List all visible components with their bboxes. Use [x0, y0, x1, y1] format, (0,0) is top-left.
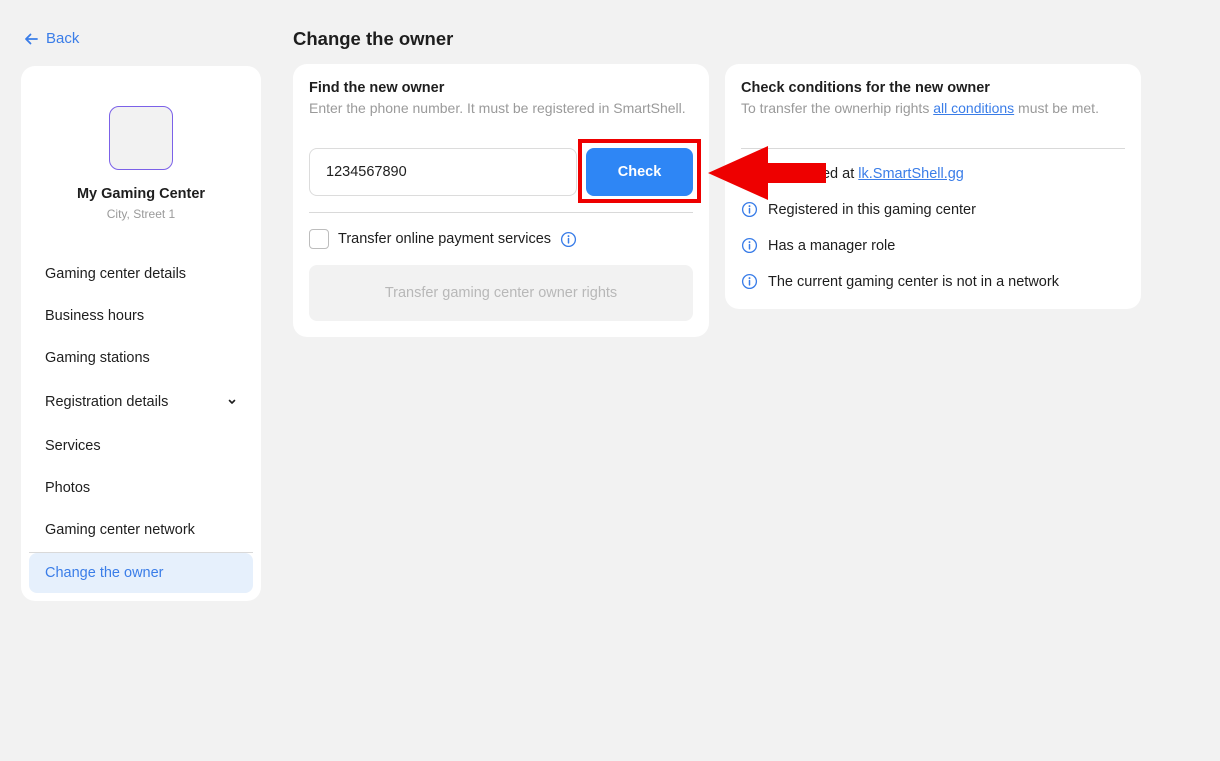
conditions-subtitle-prefix: To transfer the ownerhip rights: [741, 100, 934, 116]
sidebar-item-label: Gaming center network: [45, 522, 195, 538]
sidebar-item-label: Business hours: [45, 308, 145, 324]
conditions-subtitle-suffix: must be met.: [1014, 100, 1099, 116]
sidebar-item-gaming-center-details[interactable]: Gaming center details: [29, 254, 253, 294]
gaming-center-name: My Gaming Center: [76, 186, 206, 202]
conditions-title: Check conditions for the new owner: [741, 80, 990, 96]
transfer-owner-rights-button[interactable]: Transfer gaming center owner rights: [309, 265, 693, 321]
info-icon: [741, 201, 758, 218]
sidebar: My Gaming Center City, Street 1 Gaming c…: [21, 66, 261, 601]
phone-input[interactable]: [309, 148, 577, 196]
condition-text: Registered in this gaming center: [768, 201, 976, 218]
condition-text-prefix: Registered at: [768, 165, 859, 182]
sidebar-item-change-the-owner[interactable]: Change the owner: [29, 553, 253, 593]
find-owner-subtitle: Enter the phone number. It must be regis…: [309, 100, 686, 116]
sidebar-item-label: Registration details: [45, 394, 169, 410]
smartshell-link[interactable]: lk.SmartShell.gg: [858, 166, 964, 182]
sidebar-item-services[interactable]: Services: [29, 426, 253, 466]
transfer-payment-row: Transfer online payment services: [309, 229, 577, 249]
back-link[interactable]: Back: [23, 30, 79, 47]
chevron-down-icon: [228, 399, 236, 404]
check-button[interactable]: Check: [586, 148, 693, 196]
info-icon: [741, 165, 758, 182]
sidebar-item-photos[interactable]: Photos: [29, 468, 253, 508]
info-icon: [741, 273, 758, 290]
back-label: Back: [46, 30, 80, 47]
info-icon: [741, 237, 758, 254]
page-title: Change the owner: [293, 28, 454, 49]
divider: [309, 212, 693, 213]
sidebar-item-gaming-center-network[interactable]: Gaming center network: [29, 510, 253, 550]
condition-text: Has a manager role: [768, 237, 896, 254]
conditions-subtitle: To transfer the ownerhip rights all cond…: [741, 100, 1121, 116]
condition-item: Registered in this gaming center: [741, 201, 976, 218]
find-owner-title: Find the new owner: [309, 80, 445, 96]
gaming-center-avatar: [109, 106, 173, 170]
sidebar-item-label: Services: [45, 438, 101, 454]
all-conditions-link[interactable]: all conditions: [933, 100, 1014, 116]
info-icon[interactable]: [560, 231, 577, 248]
transfer-payment-checkbox[interactable]: [309, 229, 329, 249]
condition-item: Registered at lk.SmartShell.gg: [741, 165, 964, 182]
sidebar-item-business-hours[interactable]: Business hours: [29, 296, 253, 336]
conditions-card: Check conditions for the new owner To tr…: [725, 64, 1141, 309]
condition-text: Registered at lk.SmartShell.gg: [768, 166, 964, 182]
sidebar-item-label: Change the owner: [45, 565, 164, 581]
sidebar-item-label: Photos: [45, 480, 91, 496]
condition-item: The current gaming center is not in a ne…: [741, 273, 1059, 290]
sidebar-item-label: Gaming stations: [45, 350, 150, 366]
sidebar-item-registration-details[interactable]: Registration details: [29, 382, 253, 422]
sidebar-item-gaming-stations[interactable]: Gaming stations: [29, 338, 253, 378]
condition-item: Has a manager role: [741, 237, 895, 254]
transfer-payment-label: Transfer online payment services: [338, 231, 552, 247]
condition-text: The current gaming center is not in a ne…: [768, 273, 1059, 290]
gaming-center-address: City, Street 1: [106, 207, 176, 221]
divider: [741, 148, 1125, 149]
find-owner-card: Find the new owner Enter the phone numbe…: [293, 64, 709, 337]
sidebar-item-label: Gaming center details: [45, 266, 187, 282]
arrow-left-icon: [25, 33, 38, 44]
